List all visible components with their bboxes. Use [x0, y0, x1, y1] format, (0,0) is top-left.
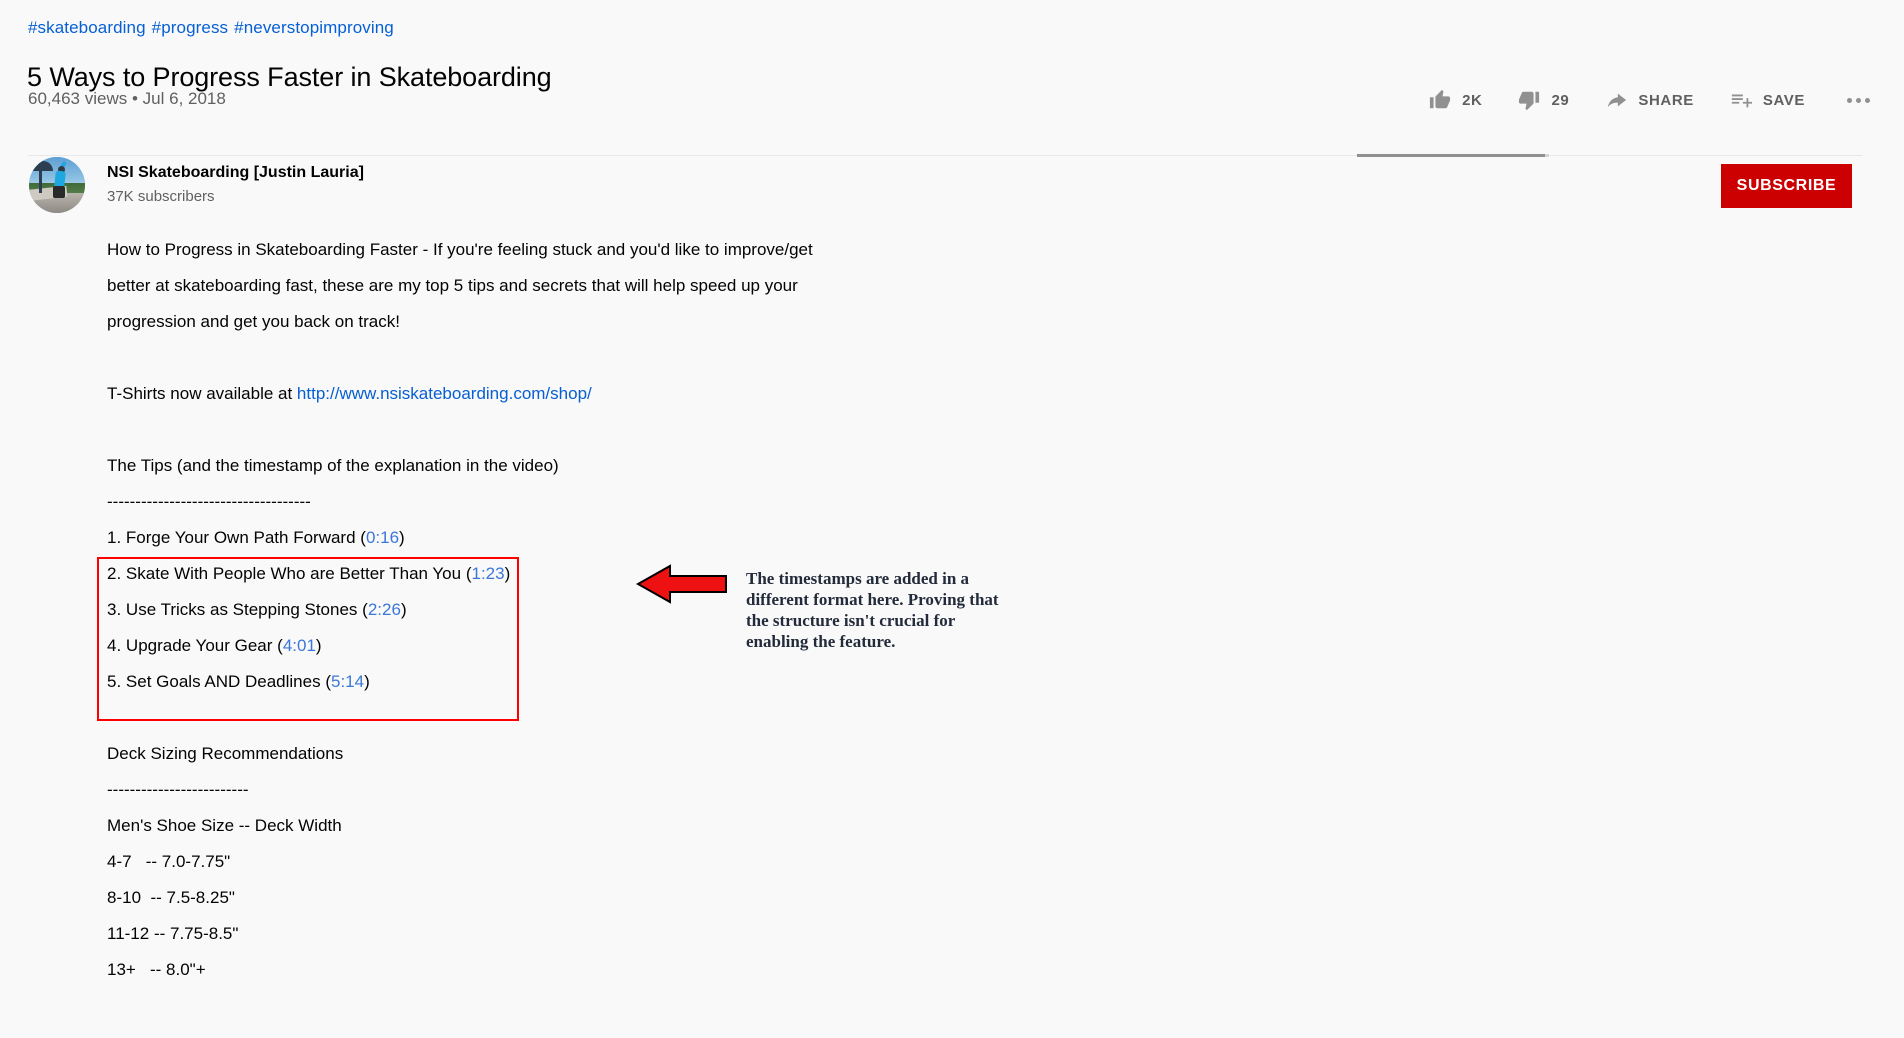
share-label: SHARE: [1638, 92, 1694, 109]
description-spacer-3: [107, 700, 987, 736]
video-actions: 2K 29 SHARE SAVE: [1429, 83, 1870, 117]
avatar-umbrella: [29, 161, 53, 171]
hashtag-progress[interactable]: #progress: [152, 18, 229, 37]
tip-text: Use Tricks as Stepping Stones: [126, 600, 358, 619]
tip-text: Upgrade Your Gear: [126, 636, 273, 655]
description-paragraph: How to Progress in Skateboarding Faster …: [107, 232, 847, 340]
dislike-count: 29: [1551, 92, 1569, 109]
description-spacer-2: [107, 412, 987, 448]
avatar[interactable]: [29, 157, 85, 213]
like-ratio-bar: [1357, 154, 1545, 157]
deck-sizing-divider: -------------------------: [107, 772, 987, 808]
annotation-text: The timestamps are added in a different …: [746, 568, 1016, 652]
thumbs-down-icon: [1518, 89, 1540, 111]
shop-link[interactable]: http://www.nsiskateboarding.com/shop/: [297, 384, 592, 403]
save-label: SAVE: [1763, 92, 1805, 109]
like-button[interactable]: 2K: [1429, 83, 1482, 117]
view-count: 60,463 views: [28, 89, 127, 108]
tip-number: 3.: [107, 600, 121, 619]
dot-1: [1847, 98, 1852, 103]
video-meta: 60,463 views • Jul 6, 2018: [28, 88, 226, 110]
dislike-button[interactable]: 29: [1518, 83, 1569, 117]
tip-paren-close: ): [399, 528, 405, 547]
deck-sizing-header: Deck Sizing Recommendations: [107, 736, 987, 772]
more-horizontal-icon[interactable]: [1847, 98, 1870, 103]
description-spacer-1: [107, 340, 987, 376]
tip-paren-close: ): [364, 672, 370, 691]
video-watch-page: #skateboarding #progress #neverstopimprovi…: [0, 0, 1904, 1038]
dot-2: [1856, 98, 1861, 103]
subscribe-button[interactable]: SUBSCRIBE: [1721, 164, 1852, 208]
avatar-skater-legs: [53, 186, 65, 198]
list-item: 5. Set Goals AND Deadlines (5:14): [107, 664, 987, 700]
tip-paren-close: ): [316, 636, 322, 655]
share-arrow-icon: [1605, 89, 1627, 111]
tip-paren-close: ): [505, 564, 511, 583]
tips-divider: ------------------------------------: [107, 484, 987, 520]
deck-row: 11-12 -- 7.75-8.5": [107, 916, 987, 952]
tshirt-line: T-Shirts now available at http://www.nsi…: [107, 376, 987, 412]
hashtag-row: #skateboarding #progress #neverstopimprovi…: [28, 18, 400, 38]
like-ratio-bar-remainder: [1545, 154, 1549, 157]
dot-3: [1865, 98, 1870, 103]
tip-text: Set Goals AND Deadlines: [126, 672, 321, 691]
tip-timestamp[interactable]: 2:26: [368, 600, 401, 619]
channel-name[interactable]: NSI Skateboarding [Justin Lauria]: [107, 162, 364, 184]
deck-row: 8-10 -- 7.5-8.25": [107, 880, 987, 916]
hashtag-skateboarding[interactable]: #skateboarding: [28, 18, 146, 37]
tip-timestamp[interactable]: 5:14: [331, 672, 364, 691]
tip-paren-close: ): [401, 600, 407, 619]
playlist-add-icon: [1730, 89, 1752, 111]
like-count: 2K: [1462, 92, 1482, 109]
tip-number: 4.: [107, 636, 121, 655]
thumbs-up-icon: [1429, 89, 1451, 111]
deck-table-header: Men's Shoe Size -- Deck Width: [107, 808, 987, 844]
tip-timestamp[interactable]: 1:23: [472, 564, 505, 583]
annotation-arrow-icon: [636, 562, 728, 606]
tshirt-prefix: T-Shirts now available at: [107, 384, 297, 403]
deck-row: 4-7 -- 7.0-7.75": [107, 844, 987, 880]
tip-timestamp[interactable]: 4:01: [283, 636, 316, 655]
tip-text: Skate With People Who are Better Than Yo…: [126, 564, 461, 583]
share-button[interactable]: SHARE: [1605, 83, 1694, 117]
tip-number: 2.: [107, 564, 121, 583]
deck-row: 13+ -- 8.0"+: [107, 952, 987, 988]
subscriber-count: 37K subscribers: [107, 187, 215, 207]
tip-text: Forge Your Own Path Forward: [126, 528, 356, 547]
list-item: 1. Forge Your Own Path Forward (0:16): [107, 520, 987, 556]
upload-date: Jul 6, 2018: [143, 89, 226, 108]
section-divider: [28, 155, 1862, 156]
hashtag-neverstopimproving[interactable]: #neverstopimproving: [234, 18, 394, 37]
tip-timestamp[interactable]: 0:16: [366, 528, 399, 547]
tip-number: 1.: [107, 528, 121, 547]
tip-number: 5.: [107, 672, 121, 691]
tips-header: The Tips (and the timestamp of the expla…: [107, 448, 987, 484]
meta-separator: •: [132, 89, 138, 108]
save-button[interactable]: SAVE: [1730, 83, 1805, 117]
